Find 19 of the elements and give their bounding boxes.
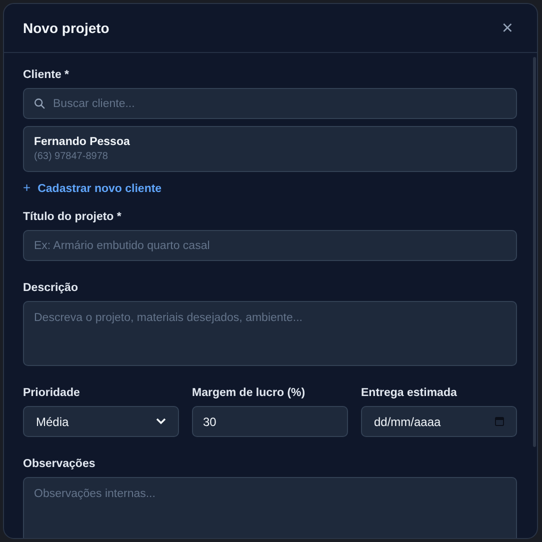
field-label: Observações xyxy=(23,458,96,470)
close-button[interactable]: × xyxy=(498,18,517,38)
add-client-link[interactable]: + Cadastrar novo cliente xyxy=(23,180,162,195)
chevron-icon xyxy=(156,418,166,425)
dialog-title: Novo projeto xyxy=(23,20,110,36)
field-label: Prioridade xyxy=(23,387,81,399)
field-label: Margem de lucro (%) xyxy=(192,387,306,399)
input-field[interactable]: 30 xyxy=(192,406,348,437)
client-phone: (63) 97847-8978 xyxy=(34,151,109,162)
field-label: Cliente * xyxy=(23,69,70,81)
client-card[interactable]: Fernando Pessoa (63) 97847-8978 xyxy=(23,126,517,172)
client-name: Fernando Pessoa xyxy=(34,136,131,148)
select-field[interactable]: Média xyxy=(23,406,179,437)
field-label: Descrição xyxy=(23,282,79,294)
calendar-icon xyxy=(495,417,504,426)
date-field[interactable]: dd/mm/aaaa xyxy=(361,406,517,437)
search-icon xyxy=(34,98,45,109)
field-label: Título do projeto * xyxy=(23,211,122,223)
field-label: Entrega estimada xyxy=(361,387,458,399)
